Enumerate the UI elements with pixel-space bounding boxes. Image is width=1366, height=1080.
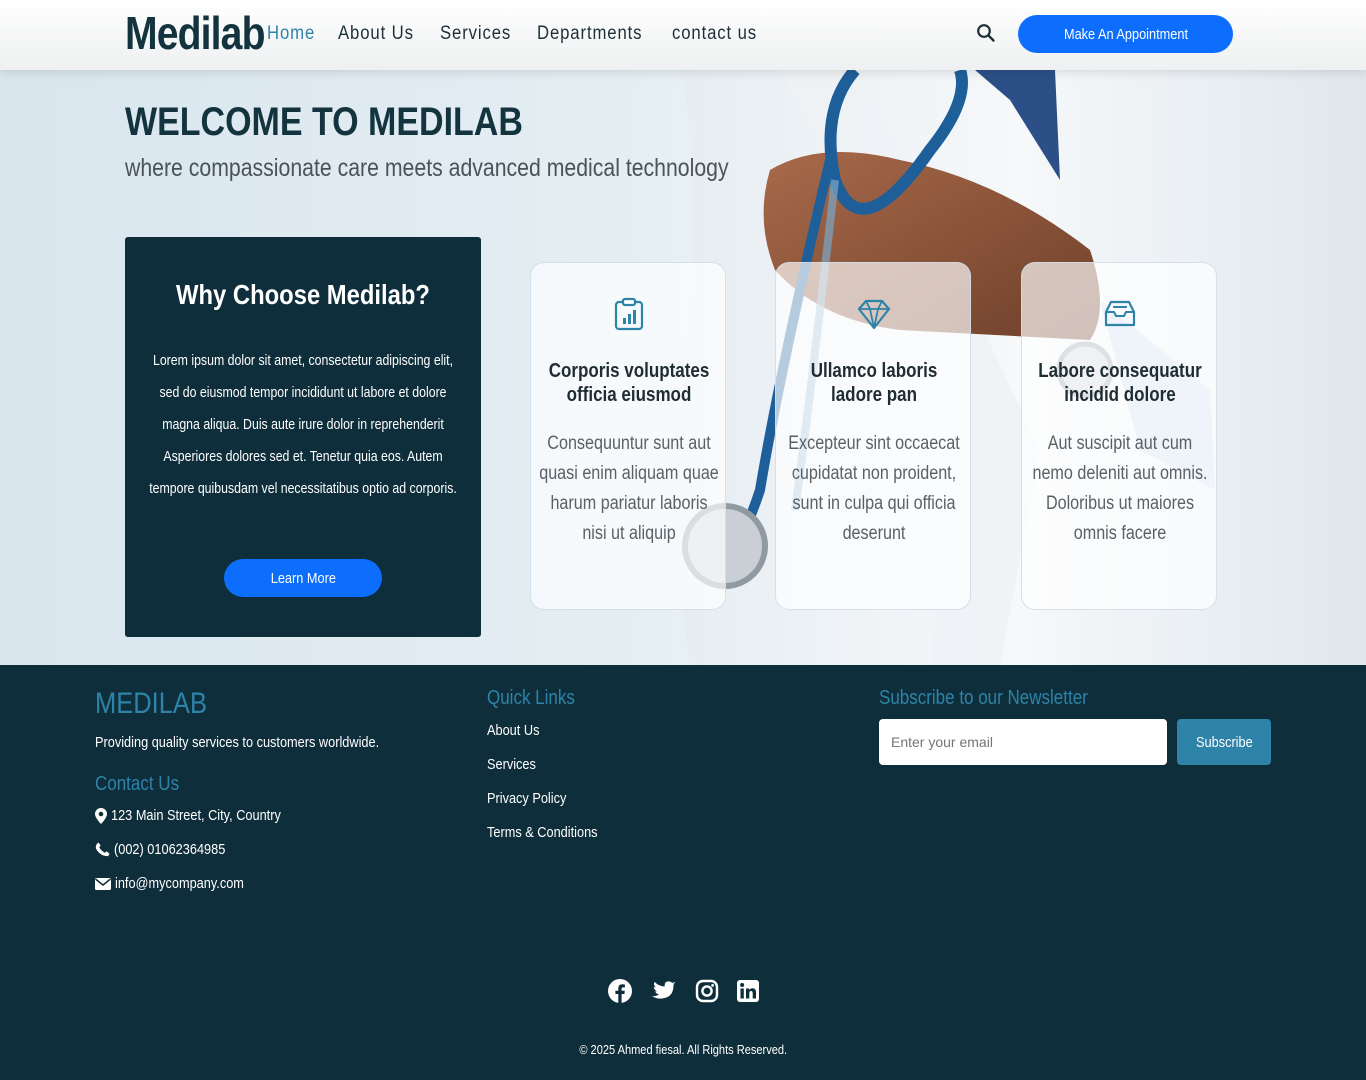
clipboard-chart-icon bbox=[614, 297, 644, 331]
quick-link-terms[interactable]: Terms & Conditions bbox=[487, 824, 598, 841]
linkedin-icon[interactable] bbox=[735, 978, 761, 1004]
feature-card: Labore consequatur incidid dolore Aut su… bbox=[1021, 262, 1217, 610]
nav-services[interactable]: Services bbox=[440, 23, 511, 45]
twitter-icon[interactable] bbox=[651, 978, 677, 1004]
newsletter-heading: Subscribe to our Newsletter bbox=[879, 687, 1088, 709]
map-pin-icon bbox=[95, 807, 107, 824]
hero-section: WELCOME TO MEDILAB where compassionate c… bbox=[0, 70, 1366, 665]
site-footer: MEDILAB Providing quality services to cu… bbox=[0, 665, 1366, 1080]
feature-card: Corporis voluptates officia eiusmod Cons… bbox=[530, 262, 726, 610]
facebook-icon[interactable] bbox=[607, 978, 633, 1004]
main-nav: Home About Us Services Departments conta… bbox=[267, 23, 769, 45]
quick-link-about-us[interactable]: About Us bbox=[487, 722, 539, 739]
inbox-icon bbox=[1104, 300, 1136, 327]
subscribe-button[interactable]: Subscribe bbox=[1177, 719, 1271, 765]
contact-address: 123 Main Street, City, Country bbox=[95, 807, 311, 824]
feature-card-title: Corporis voluptates officia eiusmod bbox=[548, 360, 710, 406]
feature-card-text: Excepteur sint occaecat cupidatat non pr… bbox=[788, 433, 960, 544]
why-choose-text: Lorem ipsum dolor sit amet, consectetur … bbox=[149, 353, 457, 497]
nav-departments[interactable]: Departments bbox=[537, 23, 642, 45]
instagram-icon[interactable] bbox=[694, 978, 720, 1004]
site-header: Medilab Home About Us Services Departmen… bbox=[0, 0, 1366, 70]
quick-link-services[interactable]: Services bbox=[487, 756, 536, 773]
feature-card-text: Consequuntur sunt aut quasi enim aliquam… bbox=[539, 433, 719, 544]
phone-text: (002) 01062364985 bbox=[114, 841, 226, 858]
newsletter-email-input[interactable] bbox=[879, 719, 1167, 765]
nav-about-us[interactable]: About Us bbox=[338, 23, 414, 45]
hero-title: WELCOME TO MEDILAB bbox=[125, 100, 523, 144]
feature-card: Ullamco laboris ladore pan Excepteur sin… bbox=[775, 262, 971, 610]
learn-more-button[interactable]: Learn More bbox=[224, 559, 382, 597]
feature-card-title: Labore consequatur incidid dolore bbox=[1038, 360, 1202, 406]
copyright-text: © 2025 Ahmed fiesal. All Rights Reserved… bbox=[579, 1042, 787, 1057]
feature-card-text: Aut suscipit aut cum nemo deleniti aut o… bbox=[1032, 433, 1208, 544]
contact-email: info@mycompany.com bbox=[95, 875, 267, 892]
nav-contact-us[interactable]: contact us bbox=[672, 23, 757, 45]
quick-link-privacy-policy[interactable]: Privacy Policy bbox=[487, 790, 566, 807]
site-logo[interactable]: Medilab bbox=[125, 6, 265, 60]
envelope-icon bbox=[95, 877, 111, 890]
phone-icon bbox=[95, 842, 110, 857]
footer-brand: MEDILAB bbox=[95, 687, 207, 720]
nav-home[interactable]: Home bbox=[267, 23, 315, 45]
why-choose-box: Why Choose Medilab? Lorem ipsum dolor si… bbox=[125, 237, 481, 637]
why-choose-title: Why Choose Medilab? bbox=[176, 279, 430, 310]
email-text[interactable]: info@mycompany.com bbox=[115, 875, 244, 892]
contact-phone: (002) 01062364985 bbox=[95, 841, 245, 858]
contact-heading: Contact Us bbox=[95, 773, 180, 795]
search-icon[interactable] bbox=[976, 23, 996, 43]
feature-card-title: Ullamco laboris ladore pan bbox=[810, 360, 938, 406]
gem-icon bbox=[858, 299, 890, 330]
footer-description: Providing quality services to customers … bbox=[95, 734, 380, 751]
hero-tagline: where compassionate care meets advanced … bbox=[125, 154, 729, 182]
make-appointment-button[interactable]: Make An Appointment bbox=[1018, 15, 1233, 53]
quick-links-heading: Quick Links bbox=[487, 687, 575, 709]
address-text: 123 Main Street, City, Country bbox=[111, 807, 281, 824]
